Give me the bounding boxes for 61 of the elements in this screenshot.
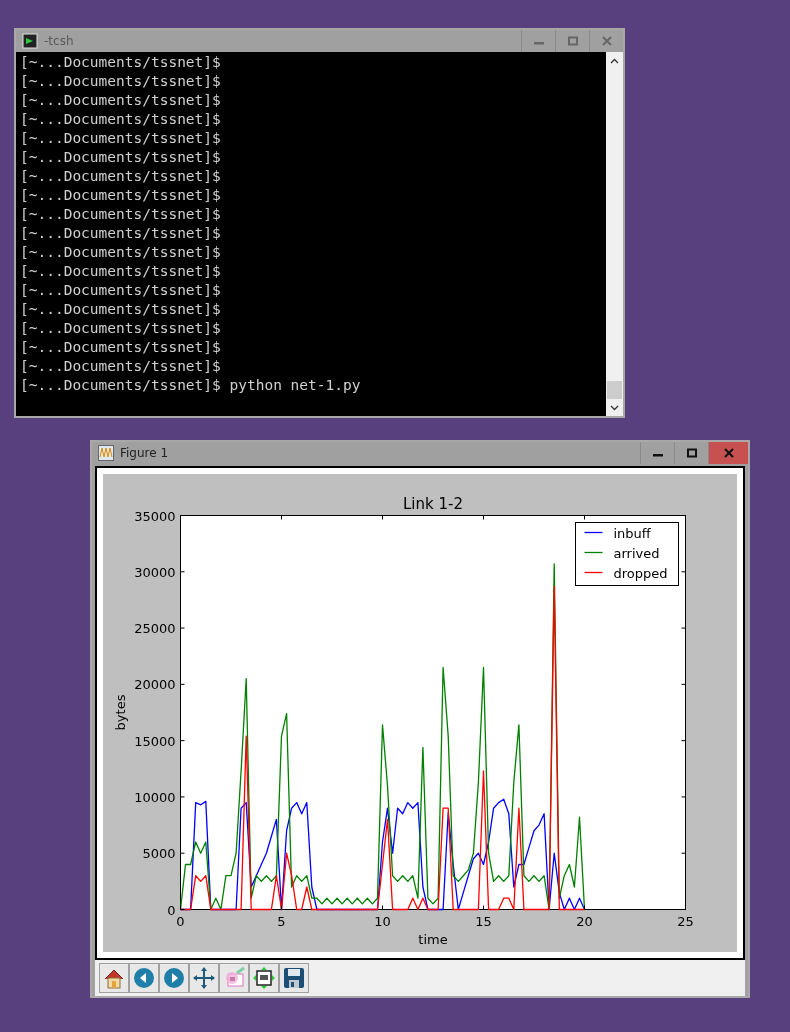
x-tick-label: 15 [475, 913, 492, 929]
save-button[interactable] [279, 963, 309, 993]
legend-label: arrived [613, 545, 660, 561]
chart-title: Link 1-2 [403, 494, 463, 513]
terminal-line: [~...Documents/tssnet]$ [20, 53, 222, 72]
terminal-line: [~...Documents/tssnet]$ [20, 300, 222, 319]
terminal-line: [~...Documents/tssnet]$ [20, 319, 222, 338]
x-tick-label: 5 [277, 913, 286, 929]
waveform-icon [98, 445, 114, 461]
scrollbar-thumb[interactable] [607, 381, 622, 399]
maximize-icon [686, 448, 697, 458]
terminal-line: [~...Documents/tssnet]$ [20, 129, 222, 148]
legend-swatch [583, 551, 604, 554]
x-tick-label: 10 [374, 913, 391, 929]
y-tick-label: 10000 [134, 789, 176, 805]
terminal-line: [~...Documents/tssnet]$ [20, 338, 222, 357]
move-button[interactable] [189, 963, 219, 993]
save-icon [282, 966, 306, 990]
terminal-line: [~...Documents/tssnet]$ [20, 110, 222, 129]
terminal-line: [~...Documents/tssnet]$ [20, 224, 222, 243]
x-tick-label: 0 [176, 913, 185, 929]
y-tick-label: 25000 [134, 621, 176, 637]
terminal-line: [~...Documents/tssnet]$ [20, 243, 222, 262]
legend-label: dropped [613, 565, 668, 581]
window-title: -tcsh [44, 34, 75, 48]
terminal-line: [~...Documents/tssnet]$ [20, 281, 222, 300]
close-icon [723, 448, 734, 458]
adjust-button[interactable] [249, 963, 279, 993]
terminal-line: [~...Documents/tssnet]$ [20, 91, 222, 110]
terminal-line: [~...Documents/tssnet]$ [20, 262, 222, 281]
y-axis-label: bytes [113, 694, 128, 731]
left-arrow-button[interactable] [129, 963, 159, 993]
x-tick-label: 20 [576, 913, 593, 929]
terminal-line: [~...Documents/tssnet]$ [20, 357, 222, 376]
x-axis-label: time [418, 931, 448, 947]
y-tick-label: 15000 [134, 733, 176, 749]
terminal-line: [~...Documents/tssnet]$ python net-1.py [20, 376, 362, 395]
y-tick-label: 30000 [134, 564, 176, 580]
terminal-line: [~...Documents/tssnet]$ [20, 72, 222, 91]
adjust-icon [252, 966, 276, 990]
move-icon [192, 966, 216, 990]
terminal-line: [~...Documents/tssnet]$ [20, 148, 222, 167]
y-tick-label: 0 [167, 902, 176, 918]
legend-swatch [583, 571, 604, 574]
close-button[interactable] [708, 442, 748, 464]
y-tick-label: 5000 [142, 846, 176, 862]
x-tick-label: 25 [677, 913, 694, 929]
close-icon [601, 36, 612, 46]
maximize-icon [567, 36, 578, 46]
terminal-line: [~...Documents/tssnet]$ [20, 167, 222, 186]
y-tick-label: 35000 [134, 508, 176, 524]
legend-swatch [583, 531, 604, 534]
home-button[interactable] [99, 963, 129, 993]
terminal-line: [~...Documents/tssnet]$ [20, 186, 222, 205]
terminal-icon [22, 33, 38, 49]
y-tick-label: 20000 [134, 677, 176, 693]
terminal-line: [~...Documents/tssnet]$ [20, 205, 222, 224]
scrollbar[interactable] [606, 52, 623, 416]
legend-label: inbuff [613, 525, 651, 541]
right-arrow-button[interactable] [159, 963, 189, 993]
window-title: Figure 1 [120, 446, 170, 460]
